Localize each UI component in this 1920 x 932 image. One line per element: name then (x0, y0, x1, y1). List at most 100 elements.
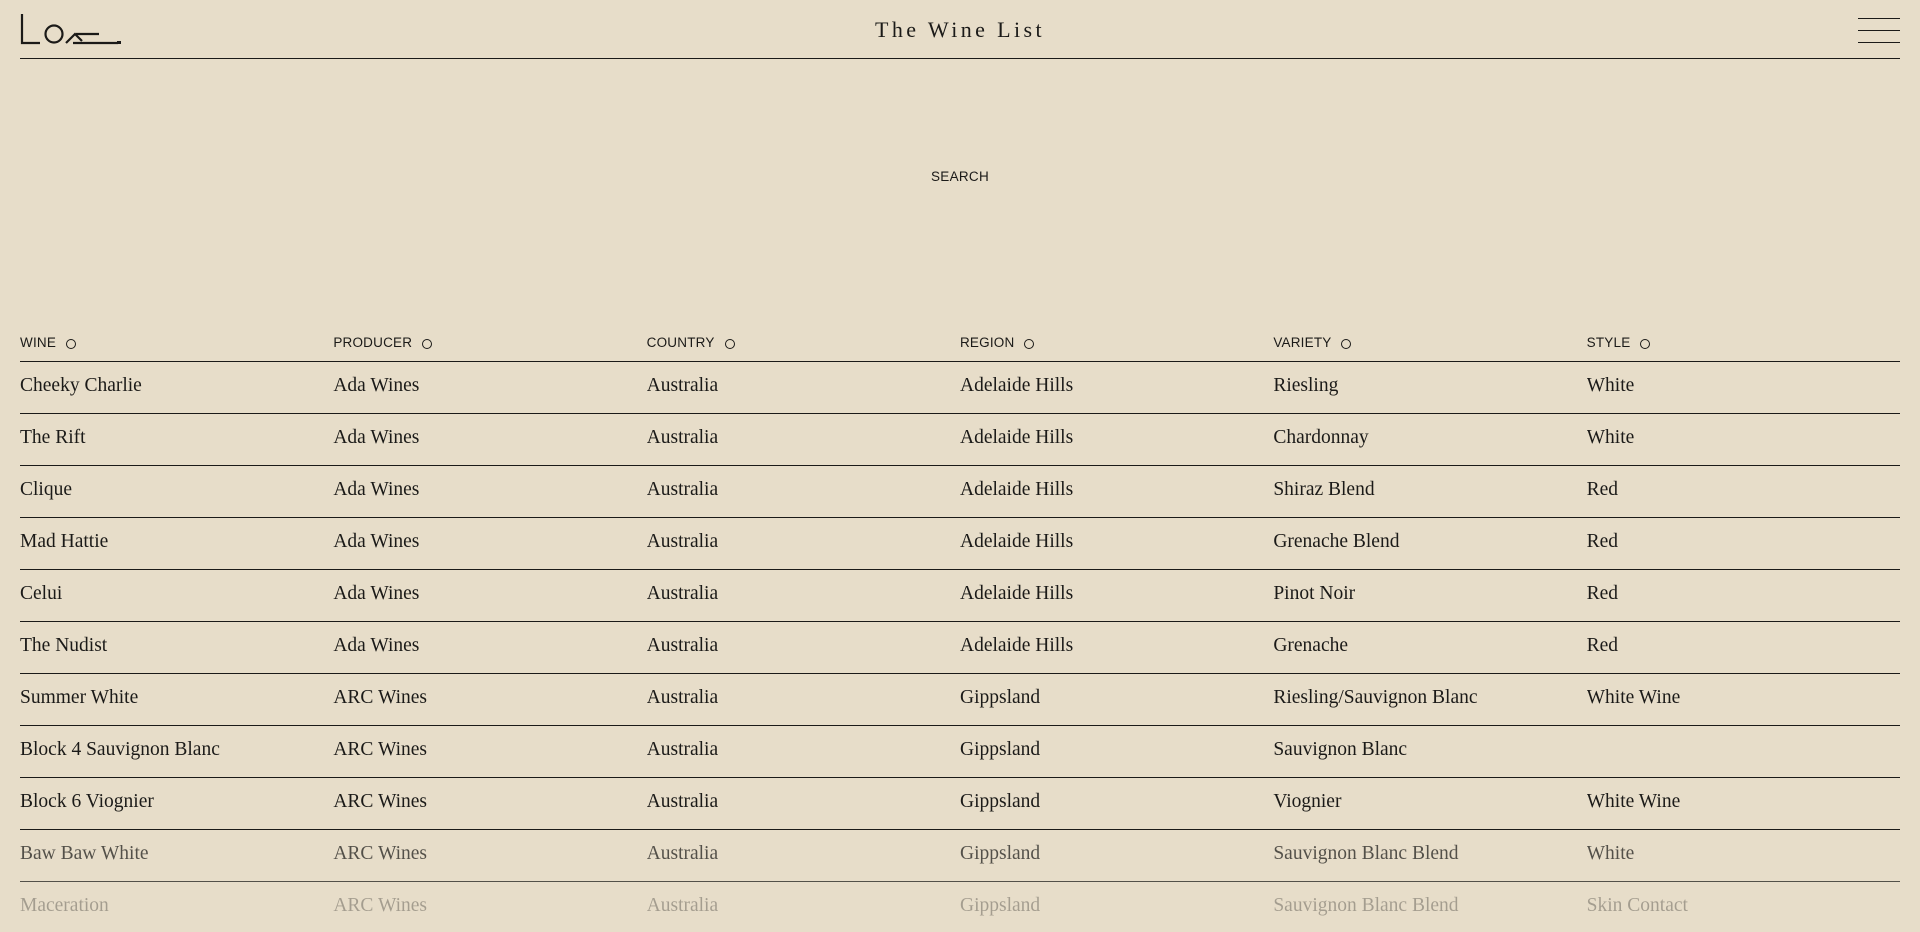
cell-style: Skin Contact (1586, 894, 1688, 916)
column-header-variety[interactable]: VARIETY (1273, 328, 1586, 351)
cell-region: Adelaide Hills (959, 634, 1074, 656)
cell-wine: Block 4 Sauvignon Blanc (20, 738, 220, 760)
column-header-label: PRODUCER (333, 335, 413, 350)
cell-producer: Ada Wines (333, 582, 420, 604)
cell-variety: Riesling (1273, 374, 1339, 396)
table-row[interactable]: Cheeky Charlie Ada Wines Australia Adela… (20, 362, 1900, 414)
cell-country: Australia (646, 634, 719, 656)
wine-table: WINE PRODUCER COUNTRY REGION VARIETY STY… (20, 328, 1900, 932)
cell-style: White (1586, 426, 1635, 448)
sort-circle-icon[interactable] (66, 338, 77, 349)
sort-circle-icon[interactable] (422, 338, 433, 349)
cell-country: Australia (646, 842, 719, 864)
table-row[interactable]: The Rift Ada Wines Australia Adelaide Hi… (20, 414, 1900, 466)
table-row[interactable]: Clique Ada Wines Australia Adelaide Hill… (20, 466, 1900, 518)
cell-producer: Ada Wines (333, 634, 420, 656)
hamburger-menu-icon[interactable] (1858, 18, 1900, 44)
column-header-region[interactable]: REGION (960, 328, 1273, 351)
column-header-label: STYLE (1586, 335, 1631, 350)
cell-variety: Pinot Noir (1273, 582, 1356, 604)
cell-wine: Baw Baw White (20, 842, 149, 864)
cell-producer: Ada Wines (333, 374, 420, 396)
table-header: WINE PRODUCER COUNTRY REGION VARIETY STY… (20, 328, 1900, 362)
cell-style (1587, 750, 1900, 754)
column-header-style[interactable]: STYLE (1587, 328, 1900, 351)
cell-country: Australia (646, 738, 719, 760)
cell-region: Gippsland (959, 686, 1041, 708)
cell-wine: Celui (20, 582, 63, 604)
cell-variety: Sauvignon Blanc Blend (1273, 894, 1459, 916)
column-header-wine[interactable]: WINE (20, 328, 333, 351)
column-header-label: COUNTRY (646, 335, 715, 350)
site-header: The Wine List (20, 0, 1900, 59)
cell-region: Adelaide Hills (959, 478, 1074, 500)
cell-region: Gippsland (959, 894, 1041, 916)
cell-region: Adelaide Hills (959, 374, 1074, 396)
cell-style: White (1586, 374, 1635, 396)
cell-wine: Block 6 Viognier (20, 790, 154, 812)
cell-country: Australia (646, 790, 719, 812)
cell-wine: Clique (20, 478, 72, 500)
table-row[interactable]: Celui Ada Wines Australia Adelaide Hills… (20, 570, 1900, 622)
cell-variety: Chardonnay (1273, 426, 1369, 448)
cell-country: Australia (646, 894, 719, 916)
cell-wine: Cheeky Charlie (20, 374, 142, 396)
cell-country: Australia (646, 374, 719, 396)
cell-producer: ARC Wines (333, 738, 427, 760)
cell-wine: Summer White (20, 686, 139, 708)
sort-circle-icon[interactable] (1341, 338, 1352, 349)
sort-circle-icon[interactable] (724, 338, 735, 349)
search-button[interactable]: SEARCH (900, 168, 1020, 186)
cell-style: Red (1586, 530, 1619, 552)
column-header-country[interactable]: COUNTRY (647, 328, 960, 351)
cell-style: White Wine (1586, 686, 1681, 708)
cell-style: Red (1586, 582, 1619, 604)
cell-variety: Viognier (1273, 790, 1342, 812)
cell-producer: ARC Wines (333, 894, 427, 916)
cell-country: Australia (646, 426, 719, 448)
cell-style: White (1586, 842, 1635, 864)
cell-variety: Shiraz Blend (1273, 478, 1375, 500)
table-row[interactable]: Summer White ARC Wines Australia Gippsla… (20, 674, 1900, 726)
table-row[interactable]: Baw Baw White ARC Wines Australia Gippsl… (20, 830, 1900, 882)
column-header-label: WINE (20, 335, 57, 350)
column-header-label: REGION (959, 335, 1015, 350)
table-row[interactable]: Block 4 Sauvignon Blanc ARC Wines Austra… (20, 726, 1900, 778)
table-row[interactable]: Mad Hattie Ada Wines Australia Adelaide … (20, 518, 1900, 570)
sort-circle-icon[interactable] (1640, 338, 1651, 349)
cell-variety: Grenache Blend (1273, 530, 1400, 552)
cell-region: Adelaide Hills (959, 426, 1074, 448)
sort-circle-icon[interactable] (1024, 338, 1035, 349)
cell-producer: Ada Wines (333, 530, 420, 552)
cell-style: Red (1586, 634, 1619, 656)
cell-region: Gippsland (959, 790, 1041, 812)
cell-wine: Maceration (20, 894, 109, 916)
cell-country: Australia (646, 582, 719, 604)
cell-variety: Riesling/Sauvignon Blanc (1273, 686, 1478, 708)
cell-variety: Sauvignon Blanc (1273, 738, 1408, 760)
column-header-label: VARIETY (1273, 335, 1332, 350)
page-title: The Wine List (875, 17, 1045, 42)
cell-producer: Ada Wines (333, 426, 420, 448)
cell-variety: Grenache (1273, 634, 1349, 656)
table-row[interactable]: Maceration ARC Wines Australia Gippsland… (20, 882, 1900, 932)
cell-wine: The Rift (20, 426, 86, 448)
cell-producer: ARC Wines (333, 790, 427, 812)
cell-region: Adelaide Hills (959, 530, 1074, 552)
cell-producer: Ada Wines (333, 478, 420, 500)
cell-variety: Sauvignon Blanc Blend (1273, 842, 1459, 864)
column-header-producer[interactable]: PRODUCER (333, 328, 646, 351)
table-row[interactable]: The Nudist Ada Wines Australia Adelaide … (20, 622, 1900, 674)
cell-producer: ARC Wines (333, 686, 427, 708)
cell-style: Red (1586, 478, 1619, 500)
cell-producer: ARC Wines (333, 842, 427, 864)
cell-region: Gippsland (959, 842, 1041, 864)
cell-country: Australia (646, 686, 719, 708)
cell-style: White Wine (1586, 790, 1681, 812)
cell-wine: The Nudist (20, 634, 108, 656)
cell-wine: Mad Hattie (20, 530, 109, 552)
cell-country: Australia (646, 478, 719, 500)
table-row[interactable]: Block 6 Viognier ARC Wines Australia Gip… (20, 778, 1900, 830)
cell-region: Adelaide Hills (959, 582, 1074, 604)
cell-region: Gippsland (959, 738, 1041, 760)
